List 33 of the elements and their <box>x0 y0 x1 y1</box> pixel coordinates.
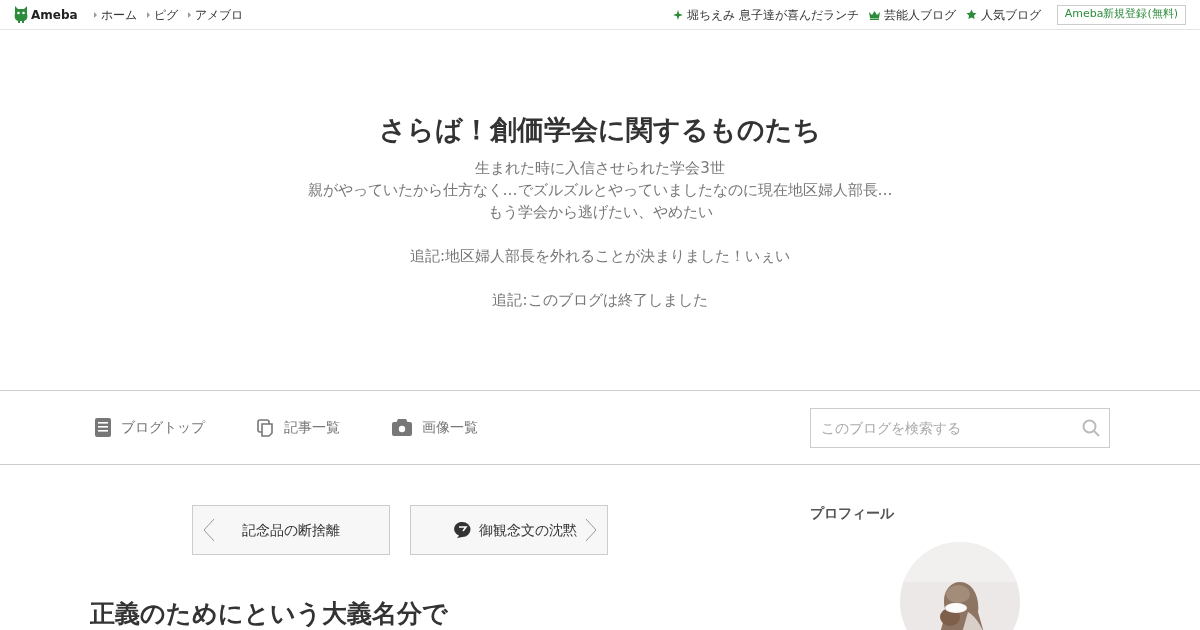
nav-link[interactable]: 記事一覧 <box>257 417 340 438</box>
blog-description: 追記:地区婦人部長を外れることが決まりました！いぇい <box>409 245 791 267</box>
caret-icon <box>146 11 150 18</box>
caret-icon <box>187 11 191 18</box>
nav-link[interactable]: 画像一覧 <box>392 417 478 438</box>
header-link[interactable]: 堀ちえみ 息子達が喜んだランチ <box>672 5 859 24</box>
breadcrumb-link[interactable]: ピグ <box>146 5 178 24</box>
nav-link[interactable]: ブログトップ <box>95 417 205 438</box>
copy-icon <box>257 418 274 437</box>
logo-icon[interactable] <box>14 6 28 23</box>
sparkle-icon <box>672 9 683 20</box>
blog-description: 追記:このブログは終了しました <box>492 289 708 311</box>
header-link[interactable]: 人気ブログ <box>965 5 1041 24</box>
next-article-button[interactable]: 御観念文の沈黙 <box>410 505 608 555</box>
profile-heading: プロフィール <box>810 504 895 523</box>
crown-icon <box>868 9 880 20</box>
document-icon <box>95 418 111 437</box>
chevron-right-icon <box>585 518 597 542</box>
search-field[interactable]: このブログを検索する <box>810 407 1110 448</box>
breadcrumb-link[interactable]: ホーム <box>93 5 137 24</box>
header-link[interactable]: 芸能人ブログ <box>868 5 956 24</box>
speech-bubble-icon <box>454 522 471 538</box>
logo-text[interactable]: Ameba <box>31 5 78 24</box>
camera-icon <box>392 419 412 436</box>
signup-button[interactable]: Ameba新規登録(無料) <box>1056 4 1186 25</box>
blog-title[interactable]: さらば！創価学会に関するものたち <box>379 110 821 151</box>
blog-description: 生まれた時に入信させられた学会3世 親がやっていたから仕方なく…でズルズルとやっていましたなのに現在地区婦人部長… もう学会から逃げたい、やめたい <box>307 157 893 223</box>
article-title[interactable]: 正義のためにという大義名分で <box>90 595 720 630</box>
breadcrumb-link[interactable]: アメブロ <box>187 5 243 24</box>
star-icon <box>965 9 977 20</box>
chevron-left-icon <box>203 518 215 542</box>
previous-article-button[interactable]: 記念品の断捨離 <box>192 505 390 555</box>
caret-icon <box>93 11 97 18</box>
